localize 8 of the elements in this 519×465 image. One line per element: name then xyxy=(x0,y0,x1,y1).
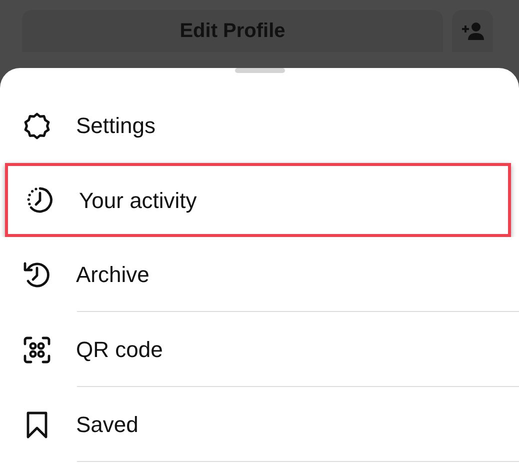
settings-icon xyxy=(22,110,52,140)
add-person-icon xyxy=(462,22,484,40)
menu-item[interactable]: Your activity xyxy=(5,163,511,237)
activity-icon xyxy=(25,185,55,215)
drag-handle[interactable] xyxy=(234,68,284,73)
qr-code-icon xyxy=(22,334,52,364)
history-icon xyxy=(22,260,52,290)
add-person-button[interactable] xyxy=(452,10,493,52)
